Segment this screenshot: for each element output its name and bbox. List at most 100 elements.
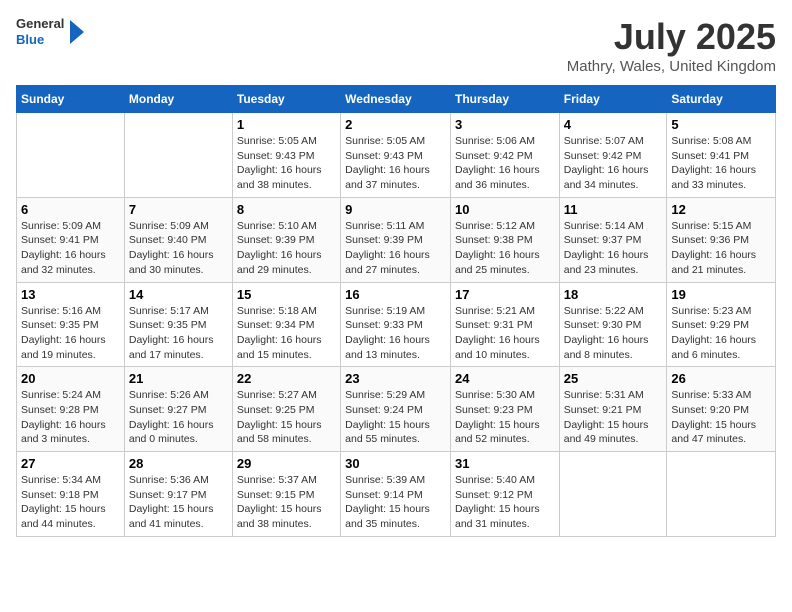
calendar-week-row: 1Sunrise: 5:05 AMSunset: 9:43 PMDaylight… <box>17 113 776 198</box>
cell-text-line: Daylight: 16 hours and 21 minutes. <box>671 248 771 277</box>
cell-text-line: Sunrise: 5:26 AM <box>129 388 228 403</box>
cell-text-line: Sunset: 9:14 PM <box>345 488 446 503</box>
calendar-cell: 15Sunrise: 5:18 AMSunset: 9:34 PMDayligh… <box>232 282 340 367</box>
day-number: 31 <box>455 456 555 471</box>
day-number: 11 <box>564 202 663 217</box>
calendar-cell: 4Sunrise: 5:07 AMSunset: 9:42 PMDaylight… <box>559 113 667 198</box>
calendar-cell: 31Sunrise: 5:40 AMSunset: 9:12 PMDayligh… <box>450 452 559 537</box>
cell-text-line: Daylight: 16 hours and 36 minutes. <box>455 163 555 192</box>
cell-text-line: Sunset: 9:40 PM <box>129 233 228 248</box>
calendar-cell: 5Sunrise: 5:08 AMSunset: 9:41 PMDaylight… <box>667 113 776 198</box>
cell-text-line: Sunrise: 5:24 AM <box>21 388 120 403</box>
cell-text-line: Sunrise: 5:15 AM <box>671 219 771 234</box>
calendar-cell: 23Sunrise: 5:29 AMSunset: 9:24 PMDayligh… <box>341 367 451 452</box>
cell-text-line: Sunrise: 5:06 AM <box>455 134 555 149</box>
day-number: 27 <box>21 456 120 471</box>
cell-text-line: Sunrise: 5:09 AM <box>21 219 120 234</box>
calendar-cell: 11 Sunrise: 5:14 AMSunset: 9:37 PMDayligh… <box>559 197 667 282</box>
logo-general-text: General <box>16 16 64 32</box>
calendar-cell: 12 Sunrise: 5:15 AMSunset: 9:36 PMDayligh… <box>667 197 776 282</box>
cell-text-line: Daylight: 16 hours and 17 minutes. <box>129 333 228 362</box>
calendar-cell: 25Sunrise: 5:31 AMSunset: 9:21 PMDayligh… <box>559 367 667 452</box>
cell-text-line: Daylight: 16 hours and 23 minutes. <box>564 248 663 277</box>
location-text: Mathry, Wales, United Kingdom <box>567 58 776 75</box>
cell-text-line: Sunrise: 5:27 AM <box>237 388 336 403</box>
cell-text-line: Daylight: 16 hours and 33 minutes. <box>671 163 771 192</box>
calendar-cell: 7Sunrise: 5:09 AMSunset: 9:40 PMDaylight… <box>124 197 232 282</box>
day-number: 17 <box>455 287 555 302</box>
day-number: 1 <box>237 117 336 132</box>
weekday-header-row: SundayMondayTuesdayWednesdayThursdayFrid… <box>17 86 776 113</box>
title-block: July 2025 Mathry, Wales, United Kingdom <box>567 16 776 75</box>
cell-text-line: Sunrise: 5:10 AM <box>237 219 336 234</box>
cell-text-line: Daylight: 16 hours and 6 minutes. <box>671 333 771 362</box>
cell-text-line: Daylight: 16 hours and 15 minutes. <box>237 333 336 362</box>
month-title: July 2025 <box>567 16 776 58</box>
day-number: 12 <box>671 202 771 217</box>
cell-text-line: Sunset: 9:35 PM <box>129 318 228 333</box>
calendar-cell: 9Sunrise: 5:11 AMSunset: 9:39 PMDaylight… <box>341 197 451 282</box>
cell-text-line: Sunset: 9:41 PM <box>21 233 120 248</box>
cell-text-line: Sunrise: 5:17 AM <box>129 304 228 319</box>
calendar-cell: 30Sunrise: 5:39 AMSunset: 9:14 PMDayligh… <box>341 452 451 537</box>
cell-text-line: Sunrise: 5:09 AM <box>129 219 228 234</box>
day-number: 4 <box>564 117 663 132</box>
day-number: 19 <box>671 287 771 302</box>
cell-text-line: Sunrise: 5:36 AM <box>129 473 228 488</box>
page-header: General Blue July 2025 Mathry, Wales, Un… <box>16 16 776 75</box>
calendar-cell: 10Sunrise: 5:12 AMSunset: 9:38 PMDayligh… <box>450 197 559 282</box>
cell-text-line: Sunset: 9:39 PM <box>345 233 446 248</box>
cell-text-line: Daylight: 15 hours and 47 minutes. <box>671 418 771 447</box>
weekday-header: Monday <box>124 86 232 113</box>
calendar-cell: 13Sunrise: 5:16 AMSunset: 9:35 PMDayligh… <box>17 282 125 367</box>
cell-text-line: Sunset: 9:15 PM <box>237 488 336 503</box>
cell-text-line: Daylight: 15 hours and 55 minutes. <box>345 418 446 447</box>
cell-text-line: Sunrise: 5:05 AM <box>345 134 446 149</box>
calendar-cell: 1Sunrise: 5:05 AMSunset: 9:43 PMDaylight… <box>232 113 340 198</box>
cell-text-line: Sunrise: 5:33 AM <box>671 388 771 403</box>
cell-text-line: Daylight: 16 hours and 38 minutes. <box>237 163 336 192</box>
calendar-cell: 6Sunrise: 5:09 AMSunset: 9:41 PMDaylight… <box>17 197 125 282</box>
weekday-header: Tuesday <box>232 86 340 113</box>
calendar-cell: 24Sunrise: 5:30 AMSunset: 9:23 PMDayligh… <box>450 367 559 452</box>
cell-text-line: Sunset: 9:17 PM <box>129 488 228 503</box>
day-number: 15 <box>237 287 336 302</box>
cell-text-line: Sunset: 9:31 PM <box>455 318 555 333</box>
cell-text-line: Daylight: 15 hours and 49 minutes. <box>564 418 663 447</box>
cell-text-line: Daylight: 16 hours and 8 minutes. <box>564 333 663 362</box>
cell-text-line: Sunset: 9:18 PM <box>21 488 120 503</box>
day-number: 7 <box>129 202 228 217</box>
weekday-header: Wednesday <box>341 86 451 113</box>
cell-text-line: Sunrise: 5:34 AM <box>21 473 120 488</box>
day-number: 28 <box>129 456 228 471</box>
day-number: 5 <box>671 117 771 132</box>
calendar-cell <box>124 113 232 198</box>
cell-text-line: Daylight: 16 hours and 19 minutes. <box>21 333 120 362</box>
cell-text-line: Sunset: 9:27 PM <box>129 403 228 418</box>
calendar-week-row: 27Sunrise: 5:34 AMSunset: 9:18 PMDayligh… <box>17 452 776 537</box>
cell-text-line: Sunrise: 5:23 AM <box>671 304 771 319</box>
day-number: 25 <box>564 371 663 386</box>
calendar-cell: 16Sunrise: 5:19 AMSunset: 9:33 PMDayligh… <box>341 282 451 367</box>
cell-text-line: Sunset: 9:37 PM <box>564 233 663 248</box>
cell-text-line: Daylight: 15 hours and 31 minutes. <box>455 502 555 531</box>
cell-text-line: Sunset: 9:29 PM <box>671 318 771 333</box>
cell-text-line: Sunrise: 5:12 AM <box>455 219 555 234</box>
calendar-week-row: 20Sunrise: 5:24 AMSunset: 9:28 PMDayligh… <box>17 367 776 452</box>
cell-text-line: Daylight: 15 hours and 58 minutes. <box>237 418 336 447</box>
cell-text-line: Sunrise: 5:14 AM <box>564 219 663 234</box>
day-number: 13 <box>21 287 120 302</box>
cell-text-line: Daylight: 16 hours and 10 minutes. <box>455 333 555 362</box>
cell-text-line: Daylight: 16 hours and 27 minutes. <box>345 248 446 277</box>
cell-text-line: Daylight: 15 hours and 52 minutes. <box>455 418 555 447</box>
day-number: 21 <box>129 371 228 386</box>
day-number: 23 <box>345 371 446 386</box>
weekday-header: Friday <box>559 86 667 113</box>
day-number: 8 <box>237 202 336 217</box>
cell-text-line: Sunset: 9:36 PM <box>671 233 771 248</box>
cell-text-line: Sunrise: 5:08 AM <box>671 134 771 149</box>
calendar-cell: 8Sunrise: 5:10 AMSunset: 9:39 PMDaylight… <box>232 197 340 282</box>
cell-text-line: Daylight: 15 hours and 38 minutes. <box>237 502 336 531</box>
cell-text-line: Daylight: 15 hours and 44 minutes. <box>21 502 120 531</box>
logo: General Blue <box>16 16 86 47</box>
